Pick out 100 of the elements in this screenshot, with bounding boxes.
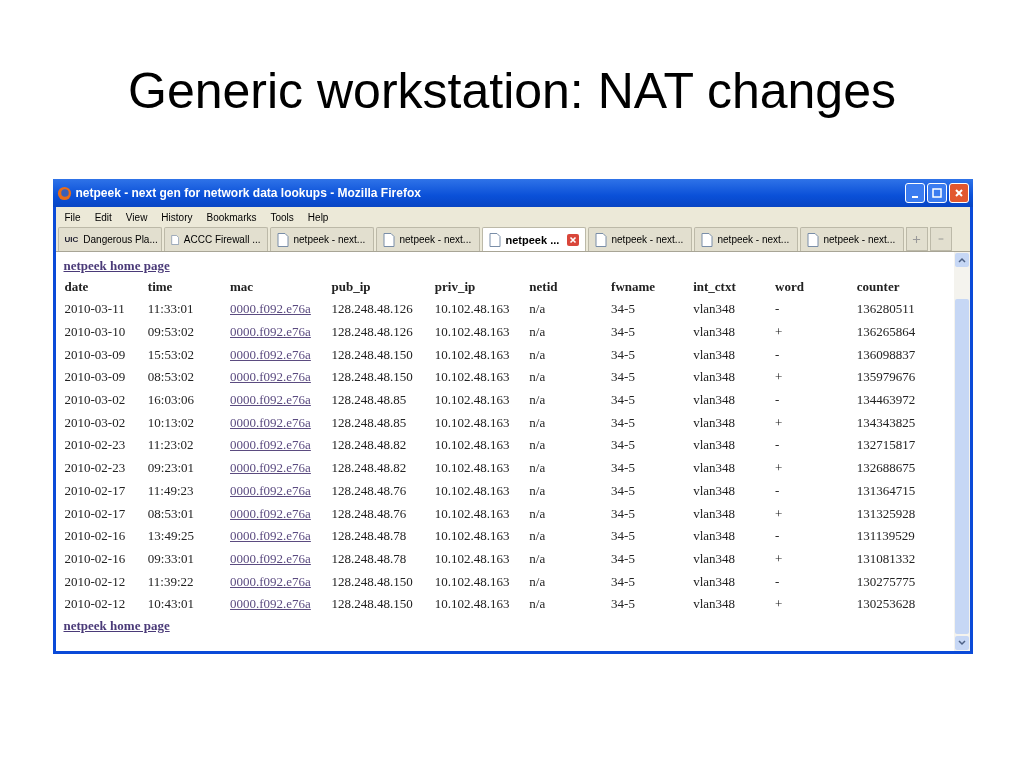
menu-item[interactable]: Help <box>304 211 332 223</box>
mac-link[interactable]: 0000.f092.e76a <box>230 505 311 521</box>
table-cell: 10.102.48.163 <box>434 414 510 430</box>
menu-item[interactable]: Edit <box>91 211 115 223</box>
table-cell: 34-5 <box>611 550 635 566</box>
table-cell: n/a <box>529 346 546 362</box>
close-button[interactable] <box>948 183 969 203</box>
table-cell: vlan348 <box>693 414 735 430</box>
column-header: mac <box>229 278 255 296</box>
browser-tab[interactable]: ACCC Firewall ... <box>163 227 268 251</box>
table-cell: 34-5 <box>611 346 635 362</box>
table-cell: 10.102.48.163 <box>434 369 510 385</box>
table-cell: vlan348 <box>693 505 735 521</box>
mac-link[interactable]: 0000.f092.e76a <box>230 528 311 544</box>
globe-icon <box>56 185 72 201</box>
scroll-up-icon[interactable] <box>954 253 969 267</box>
menu-item[interactable]: Tools <box>267 211 297 223</box>
table-cell: vlan348 <box>693 369 735 385</box>
table-cell: 34-5 <box>611 528 635 544</box>
table-cell: 2010-02-23 <box>64 460 126 476</box>
table-cell: 134343825 <box>856 414 916 430</box>
browser-tab[interactable]: netpeek - next... <box>375 227 480 251</box>
table-cell: 2010-03-02 <box>64 392 126 408</box>
table-cell: - <box>775 528 780 544</box>
mac-link[interactable]: 0000.f092.e76a <box>230 460 311 476</box>
table-cell: 134463972 <box>856 392 916 408</box>
table-cell: 34-5 <box>611 301 635 317</box>
mac-link[interactable]: 0000.f092.e76a <box>230 596 311 612</box>
table-cell: 2010-02-17 <box>64 482 126 498</box>
close-tab-icon[interactable] <box>566 233 579 246</box>
table-cell: 2010-02-23 <box>64 437 126 453</box>
scrollbar[interactable] <box>953 252 970 651</box>
mac-link[interactable]: 0000.f092.e76a <box>230 550 311 566</box>
table-cell: n/a <box>529 324 546 340</box>
browser-tab[interactable]: UIC Dangerous Pla... <box>57 227 162 251</box>
table-cell: 131081332 <box>856 550 916 566</box>
table-cell: 34-5 <box>611 414 635 430</box>
menu-item[interactable]: Bookmarks <box>203 211 260 223</box>
column-header: counter <box>855 278 901 296</box>
table-cell: n/a <box>529 573 546 589</box>
table-cell: 34-5 <box>611 573 635 589</box>
table-cell: 2010-03-02 <box>64 414 126 430</box>
page-icon <box>170 232 179 247</box>
mac-link[interactable]: 0000.f092.e76a <box>230 301 311 317</box>
table-cell: 10.102.48.163 <box>434 392 510 408</box>
minimize-button[interactable] <box>904 183 925 203</box>
home-page-link[interactable]: netpeek home page <box>63 258 170 274</box>
menu-item[interactable]: File <box>61 211 84 223</box>
column-header: time <box>146 278 174 296</box>
mac-link[interactable]: 0000.f092.e76a <box>230 369 311 385</box>
table-cell: 10.102.48.163 <box>434 482 510 498</box>
table-cell: vlan348 <box>693 482 735 498</box>
table-cell: n/a <box>529 437 546 453</box>
mac-link[interactable]: 0000.f092.e76a <box>230 392 311 408</box>
table-cell: n/a <box>529 505 546 521</box>
browser-tab[interactable]: netpeek - next... <box>799 227 904 251</box>
table-cell: 09:53:02 <box>147 324 195 340</box>
table-cell: + <box>775 369 783 385</box>
table-cell: 2010-02-16 <box>64 550 126 566</box>
window-title: netpeek - next gen for network data lookups - Mozilla Firefox <box>75 186 422 200</box>
menu-item[interactable]: View <box>122 211 151 223</box>
table-cell: 128.248.48.76 <box>331 482 407 498</box>
table-cell: 128.248.48.126 <box>331 324 413 340</box>
scroll-down-icon[interactable] <box>954 636 969 650</box>
table-cell: - <box>775 392 780 408</box>
table-cell: 128.248.48.85 <box>331 414 407 430</box>
scroll-thumb[interactable] <box>954 299 969 634</box>
mac-link[interactable]: 0000.f092.e76a <box>230 346 311 362</box>
browser-tab[interactable]: netpeek - next... <box>587 227 692 251</box>
table-cell: 10.102.48.163 <box>434 460 510 476</box>
mac-link[interactable]: 0000.f092.e76a <box>230 324 311 340</box>
table-cell: 13:49:25 <box>147 528 195 544</box>
browser-tab[interactable]: netpeek - next... <box>269 227 374 251</box>
table-cell: n/a <box>529 369 546 385</box>
maximize-button[interactable] <box>926 183 947 203</box>
browser-tab[interactable]: netpeek ... <box>481 227 586 251</box>
page-icon <box>700 232 713 247</box>
mac-link[interactable]: 0000.f092.e76a <box>230 573 311 589</box>
mac-link[interactable]: 0000.f092.e76a <box>230 482 311 498</box>
mac-link[interactable]: 0000.f092.e76a <box>230 437 311 453</box>
table-cell: 128.248.48.150 <box>331 573 413 589</box>
table-cell: 34-5 <box>611 437 635 453</box>
menu-item[interactable]: History <box>158 211 196 223</box>
table-cell: 128.248.48.126 <box>331 301 413 317</box>
page-icon <box>594 232 607 247</box>
home-page-link[interactable]: netpeek home page <box>63 617 170 634</box>
table-cell: 10.102.48.163 <box>434 528 510 544</box>
table-cell: 128.248.48.78 <box>331 528 407 544</box>
table-cell: 130275775 <box>856 573 916 589</box>
table-cell: 10.102.48.163 <box>434 324 510 340</box>
table-cell: 128.248.48.150 <box>331 596 413 612</box>
table-cell: 128.248.48.85 <box>331 392 407 408</box>
mac-link[interactable]: 0000.f092.e76a <box>230 414 311 430</box>
browser-tab[interactable]: netpeek - next... <box>693 227 798 251</box>
table-cell: 130253628 <box>856 596 916 612</box>
table-cell: 11:33:01 <box>147 301 194 317</box>
table-cell: 2010-02-12 <box>64 596 126 612</box>
column-header: netid <box>528 278 559 296</box>
table-cell: 2010-03-09 <box>64 346 126 362</box>
close-icon <box>953 188 964 198</box>
